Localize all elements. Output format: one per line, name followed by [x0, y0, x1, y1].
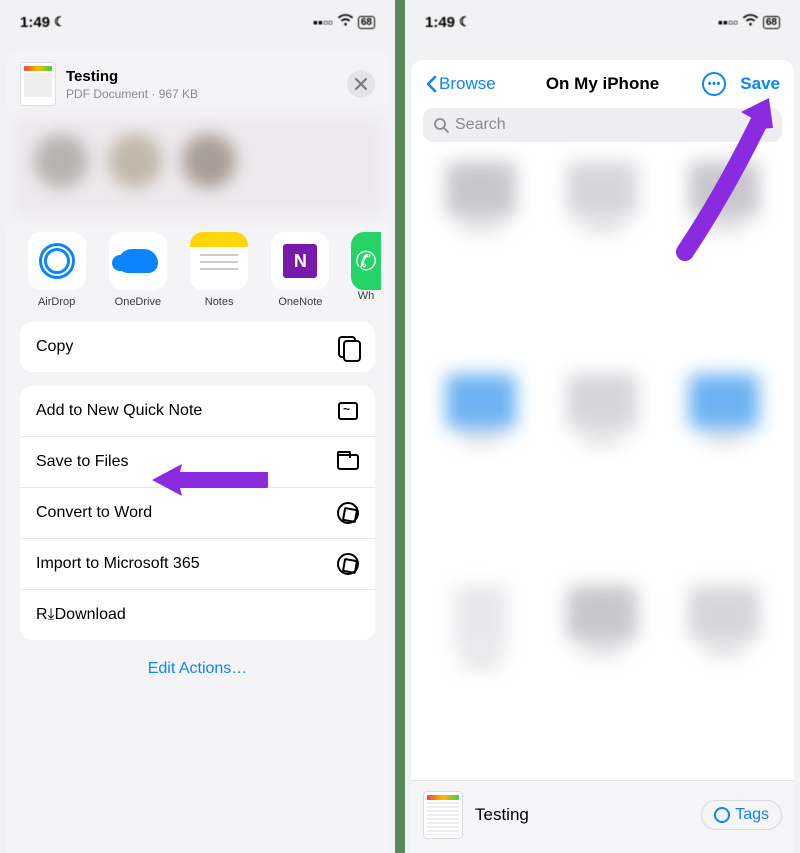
files-nav-bar: Browse On My iPhone ••• Save [411, 60, 794, 104]
quick-note-icon [338, 402, 358, 420]
app-notes[interactable]: Notes [189, 232, 250, 308]
right-phone-files-save: 1:49 ☾ ▪▪▫▫ 68 Browse On My iPhone ••• S… [405, 0, 800, 853]
tags-button[interactable]: Tags [701, 800, 782, 830]
status-time: 1:49 [425, 14, 455, 31]
action-label: Save to Files [36, 453, 128, 471]
status-time: 1:49 [20, 14, 50, 31]
contact-avatar[interactable] [108, 134, 162, 188]
chevron-left-icon [425, 75, 437, 93]
wifi-icon [742, 14, 759, 30]
status-bar: 1:49 ☾ ▪▪▫▫ 68 [405, 0, 800, 44]
files-save-sheet: Browse On My iPhone ••• Save Search [411, 60, 794, 853]
app-airdrop[interactable]: AirDrop [26, 232, 87, 308]
file-subtitle: PDF Document · 967 KB [66, 87, 337, 101]
download-icon [337, 604, 359, 626]
action-quick-note[interactable]: Add to New Quick Note [20, 386, 375, 437]
action-label: Import to Microsoft 365 [36, 555, 200, 573]
action-label: Copy [36, 338, 73, 356]
app-label: OneNote [270, 296, 331, 308]
app-label: OneDrive [107, 296, 168, 308]
action-card-main: Add to New Quick Note Save to Files Conv… [20, 386, 375, 640]
action-save-to-files[interactable]: Save to Files [20, 437, 375, 488]
share-sheet: Testing PDF Document · 967 KB AirDrop On… [6, 50, 389, 853]
app-label: AirDrop [26, 296, 87, 308]
battery-icon: 68 [763, 16, 780, 29]
file-thumbnail [20, 62, 56, 106]
file-thumbnail [423, 791, 463, 839]
dnd-moon-icon: ☾ [54, 14, 66, 30]
ellipsis-icon: ••• [708, 78, 721, 90]
share-header: Testing PDF Document · 967 KB [6, 50, 389, 116]
airdrop-icon [39, 243, 75, 279]
back-label: Browse [439, 74, 496, 94]
app-whatsapp[interactable]: ✆ Wh [351, 232, 381, 308]
action-convert-word[interactable]: Convert to Word [20, 488, 375, 539]
dnd-moon-icon: ☾ [459, 14, 471, 30]
contact-avatar[interactable] [182, 134, 236, 188]
action-label: R⤓Download [36, 606, 126, 624]
action-import-365[interactable]: Import to Microsoft 365 [20, 539, 375, 590]
folders-grid[interactable] [411, 152, 794, 780]
app-label: Notes [189, 296, 250, 308]
wifi-icon [337, 14, 354, 30]
office-icon [337, 502, 359, 524]
battery-icon: 68 [358, 16, 375, 29]
tags-label: Tags [735, 806, 769, 824]
close-button[interactable] [347, 70, 375, 98]
onedrive-icon [118, 249, 158, 273]
search-icon [433, 117, 449, 133]
app-onenote[interactable]: N OneNote [270, 232, 331, 308]
copy-icon [338, 336, 358, 358]
action-label: Add to New Quick Note [36, 402, 202, 420]
action-copy[interactable]: Copy [20, 322, 375, 372]
more-button[interactable]: ••• [702, 72, 726, 96]
file-title: Testing [66, 68, 337, 85]
folder-icon [337, 454, 359, 470]
nav-title: On My iPhone [546, 74, 659, 94]
search-input[interactable]: Search [423, 108, 782, 142]
tag-icon [714, 807, 730, 823]
onenote-icon: N [283, 244, 317, 278]
contact-avatar[interactable] [34, 134, 88, 188]
action-card-copy: Copy [20, 322, 375, 372]
contacts-row[interactable] [12, 116, 383, 216]
left-phone-share-sheet: 1:49 ☾ ▪▪▫▫ 68 Testing PDF Document · 96… [0, 0, 395, 853]
whatsapp-icon: ✆ [351, 232, 381, 290]
signal-icon: ▪▪▫▫ [313, 14, 333, 30]
action-download[interactable]: R⤓Download [20, 590, 375, 640]
app-label: Wh [351, 290, 381, 302]
search-placeholder: Search [455, 116, 506, 134]
save-bottom-bar: Testing Tags [411, 780, 794, 853]
office-icon [337, 553, 359, 575]
apps-row: AirDrop OneDrive Notes N OneNote ✆ Wh [6, 226, 389, 322]
save-file-name[interactable]: Testing [475, 805, 689, 825]
app-onedrive[interactable]: OneDrive [107, 232, 168, 308]
edit-actions-link[interactable]: Edit Actions… [148, 660, 248, 677]
back-button[interactable]: Browse [425, 74, 496, 94]
status-bar: 1:49 ☾ ▪▪▫▫ 68 [0, 0, 395, 44]
signal-icon: ▪▪▫▫ [718, 14, 738, 30]
save-button[interactable]: Save [740, 74, 780, 94]
action-label: Convert to Word [36, 504, 152, 522]
notes-icon [190, 232, 248, 290]
